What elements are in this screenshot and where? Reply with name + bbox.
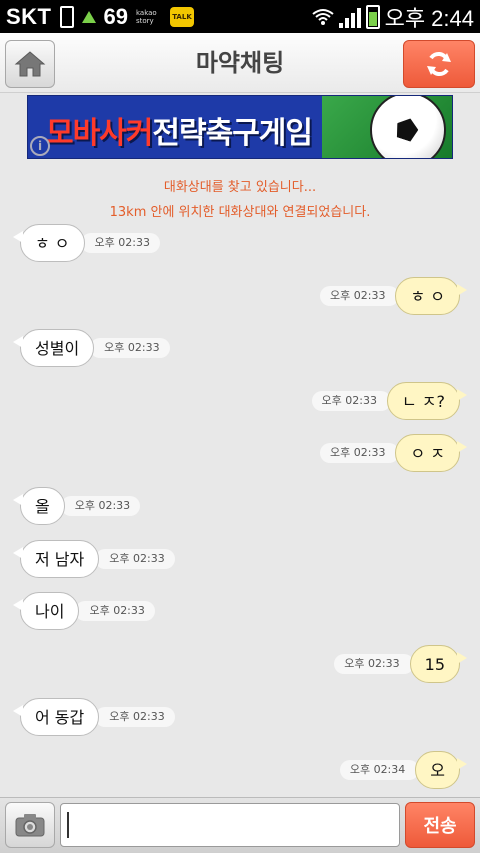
battery-icon bbox=[365, 4, 380, 29]
camera-icon bbox=[15, 814, 45, 837]
info-icon[interactable]: i bbox=[30, 136, 50, 156]
home-button[interactable] bbox=[5, 40, 55, 88]
status-bar: SKT 69 kakao story TALK 오후 2:44 bbox=[0, 0, 480, 33]
message-bubble[interactable]: 오 bbox=[415, 751, 467, 789]
upload-arrow-icon bbox=[81, 10, 96, 23]
message-bubble[interactable]: 15 bbox=[409, 645, 468, 683]
message-sent: 오후 02:33 ㅎ ㅇ bbox=[320, 277, 467, 315]
refresh-icon bbox=[427, 52, 451, 76]
message-bubble[interactable]: 성별이 bbox=[12, 329, 95, 367]
message-received: ㅎ ㅇ 오후 02:33 bbox=[13, 224, 160, 262]
refresh-button[interactable] bbox=[403, 40, 475, 88]
banner-text: 모바사커전략축구게임 bbox=[46, 108, 313, 152]
message-sent: 오후 02:33 ㅇ ㅈ bbox=[320, 434, 467, 472]
message-bubble[interactable]: 저 남자 bbox=[12, 540, 100, 578]
message-time: 오후 02:33 bbox=[60, 496, 141, 516]
message-sent: 오후 02:33 15 bbox=[334, 645, 468, 683]
wifi-icon bbox=[311, 8, 334, 25]
message-bubble[interactable]: 어 동갑 bbox=[12, 698, 100, 736]
text-cursor bbox=[67, 812, 69, 838]
system-message: 13km 안에 위치한 대화상대와 연결되었습니다. bbox=[109, 205, 371, 220]
carrier-label: SKT bbox=[6, 3, 52, 29]
message-time: 오후 02:33 bbox=[320, 443, 400, 463]
input-bar: 전송 bbox=[0, 797, 480, 853]
signal-icon bbox=[338, 6, 361, 28]
title-bar: 마약채팅 bbox=[0, 33, 480, 93]
message-input[interactable] bbox=[60, 803, 400, 847]
kakaostory-icon: kakao story bbox=[135, 8, 157, 25]
message-time: 오후 02:34 bbox=[339, 760, 420, 780]
message-time: 오후 02:33 bbox=[90, 338, 170, 358]
kakaotalk-icon: TALK bbox=[169, 6, 194, 27]
banner-tagline: 전략축구게임 bbox=[152, 116, 313, 151]
message-bubble[interactable]: ㅎ ㅇ bbox=[13, 224, 85, 262]
home-icon bbox=[14, 51, 46, 77]
soccer-ball-icon bbox=[370, 96, 446, 158]
message-time: 오후 02:33 bbox=[334, 654, 414, 674]
send-button[interactable]: 전송 bbox=[405, 802, 475, 848]
message-bubble[interactable]: 나이 bbox=[12, 592, 80, 630]
message-received: 저 남자 오후 02:33 bbox=[12, 540, 175, 578]
banner-brand: 모바사커 bbox=[46, 116, 153, 151]
message-time: 오후 02:33 bbox=[320, 286, 400, 306]
message-received: 올 오후 02:33 bbox=[13, 487, 141, 525]
message-sent: 오후 02:33 ㄴ ㅈ? bbox=[311, 382, 468, 420]
message-bubble[interactable]: ㅎ ㅇ bbox=[395, 277, 467, 315]
message-received: 나이 오후 02:33 bbox=[12, 592, 155, 630]
message-bubble[interactable]: ㅇ ㅈ bbox=[395, 434, 467, 472]
phone-icon bbox=[59, 5, 74, 28]
message-time: 오후 02:33 bbox=[80, 233, 160, 253]
message-time: 오후 02:33 bbox=[95, 549, 175, 569]
notification-count: 69 bbox=[103, 3, 128, 29]
message-time: 오후 02:33 bbox=[95, 707, 175, 727]
message-sent: 오후 02:34 오 bbox=[339, 751, 467, 789]
message-time: 오후 02:33 bbox=[311, 391, 391, 411]
message-received: 어 동갑 오후 02:33 bbox=[12, 698, 175, 736]
message-bubble[interactable]: 올 bbox=[13, 487, 65, 525]
camera-button[interactable] bbox=[5, 802, 55, 848]
message-bubble[interactable]: ㄴ ㅈ? bbox=[386, 382, 468, 420]
message-received: 성별이 오후 02:33 bbox=[12, 329, 170, 367]
message-time: 오후 02:33 bbox=[75, 601, 155, 621]
clock: 오후 2:44 bbox=[384, 5, 474, 31]
system-message: 대화상대를 찾고 있습니다... bbox=[163, 180, 317, 195]
ad-banner[interactable]: 모바사커전략축구게임 i bbox=[27, 95, 453, 159]
